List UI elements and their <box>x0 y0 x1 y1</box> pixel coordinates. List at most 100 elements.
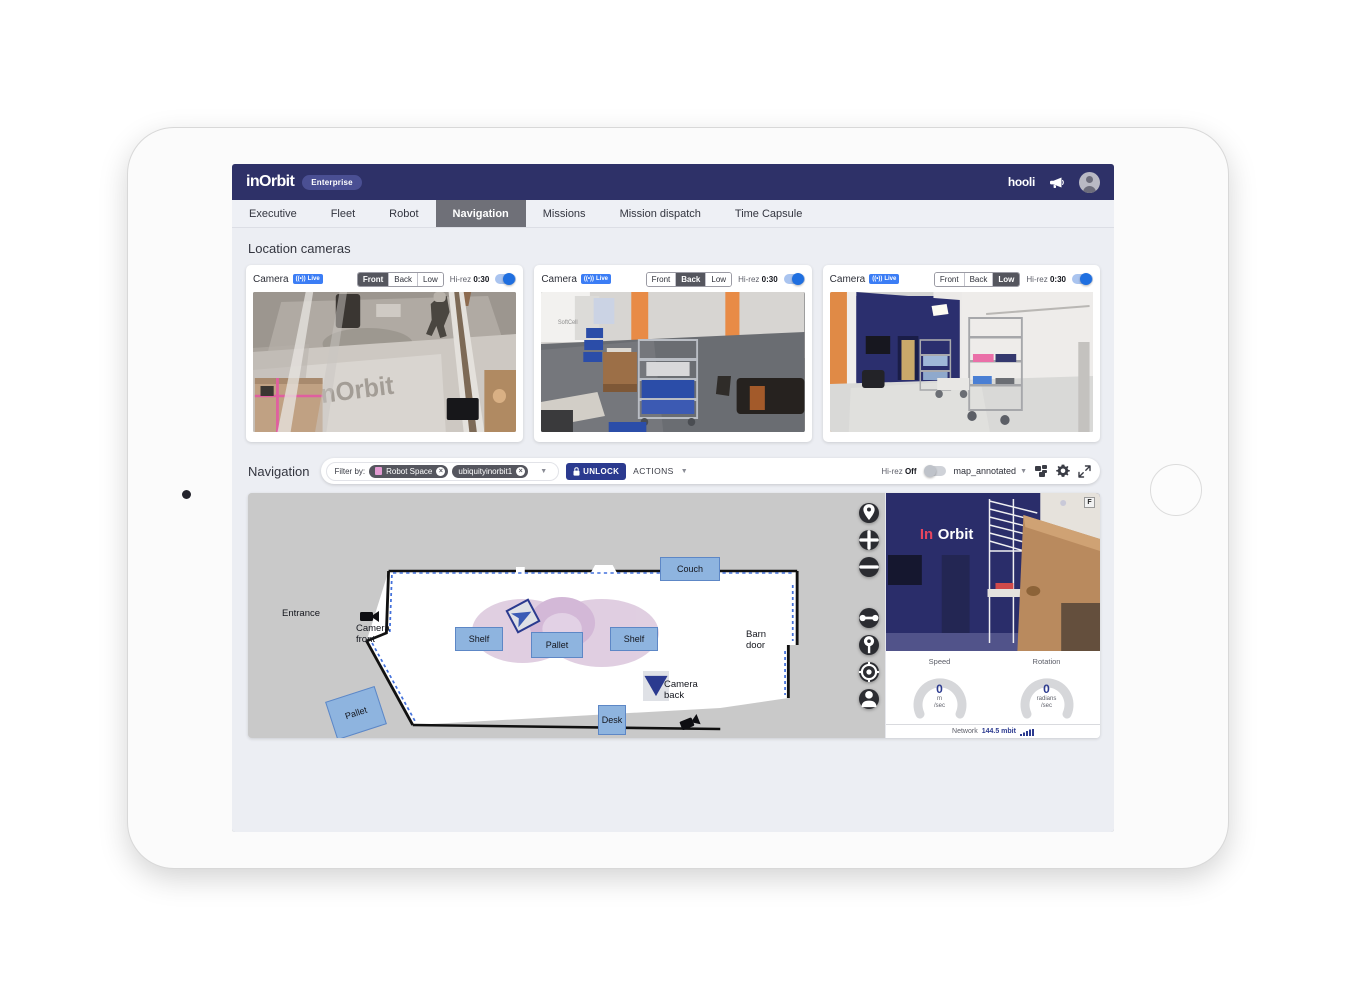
camera-hirez-toggle[interactable] <box>783 273 805 285</box>
location-cameras-title: Location cameras <box>248 241 351 256</box>
zone-pallet-center[interactable]: Pallet <box>531 632 583 658</box>
tab-time-capsule[interactable]: Time Capsule <box>718 200 819 227</box>
camera-view-front[interactable]: Front <box>934 272 965 286</box>
navigation-map-panel: Couch Shelf Pallet Shelf Pallet Desk Ent… <box>248 493 1100 738</box>
crosshair-icon[interactable] <box>859 662 879 682</box>
tab-missions[interactable]: Missions <box>526 200 603 227</box>
minus-icon[interactable] <box>859 557 879 577</box>
camera-controls: Front Back Low Hi-rez 0:30 <box>933 271 1093 287</box>
brand-logo[interactable]: inOrbit Enterprise <box>246 173 362 191</box>
hirez-label: Hi-rez <box>1026 274 1048 284</box>
camera-view-front[interactable]: Front <box>646 272 677 286</box>
camera-card[interactable]: Camera ((•)) Live Front Back Low Hi-rez … <box>246 265 524 442</box>
toggle-knob <box>791 273 804 285</box>
megaphone-icon[interactable] <box>1049 176 1065 189</box>
main-tab-bar: Executive Fleet Robot Navigation Mission… <box>232 200 1114 228</box>
brand-logo-text: inOrbit <box>246 173 295 190</box>
camera-view-low[interactable]: Low <box>993 272 1020 286</box>
toggle-knob <box>503 273 516 285</box>
tab-mission-dispatch[interactable]: Mission dispatch <box>603 200 718 227</box>
organization-name: hooli <box>1007 175 1035 189</box>
camera-hirez-toggle[interactable] <box>495 273 517 285</box>
toolbar-right-group: Hi-rez Off map_annotated ▼ <box>881 464 1091 478</box>
camera-card-header: Camera ((•)) Live Front Back Low Hi-rez … <box>253 271 517 287</box>
zone-couch[interactable]: Couch <box>660 557 720 581</box>
chevron-down-icon[interactable]: ▼ <box>532 468 555 475</box>
broadcast-icon: ((•)) <box>583 276 594 282</box>
speed-gauge-dial: 0 m /sec <box>911 668 969 720</box>
camera-title: Camera <box>829 273 866 285</box>
zone-label: Shelf <box>468 634 490 644</box>
rotation-unit-line1: radians <box>1036 696 1057 702</box>
map-select-dropdown[interactable]: map_annotated ▼ <box>954 466 1028 476</box>
camera-direction-badge: F <box>1084 497 1095 508</box>
camera-view-segmented[interactable]: Front Back Low <box>645 271 733 287</box>
hirez-time: 0:30 <box>761 274 778 284</box>
camera-view-back[interactable]: Back <box>389 272 419 286</box>
camera-card[interactable]: Camera ((•)) Live Front Back Low Hi-rez … <box>534 265 812 442</box>
speed-gauge: Speed 0 m /sec <box>900 657 980 720</box>
rotation-value: 0 <box>1043 682 1050 696</box>
camera-video-feed[interactable]: inOrbit <box>253 292 517 432</box>
live-badge: ((•)) Live <box>292 274 323 284</box>
camera-hirez-toggle[interactable] <box>1071 273 1093 285</box>
close-icon[interactable]: × <box>516 466 526 476</box>
tablet-home-button[interactable] <box>1150 464 1202 516</box>
filter-chip-robot-id[interactable]: ubiquityinorbit1 × <box>452 464 529 478</box>
svg-text:SoftCell: SoftCell <box>558 320 578 326</box>
map-label-barn-door: Barn door <box>746 629 767 651</box>
avatar[interactable] <box>1079 171 1100 193</box>
camera-view-back[interactable]: Back <box>964 272 994 286</box>
tab-robot[interactable]: Robot <box>372 200 435 227</box>
expand-arrows-icon[interactable] <box>1078 464 1091 478</box>
camera-view-back[interactable]: Back <box>676 272 707 286</box>
actions-dropdown[interactable]: ACTIONS ▼ <box>633 466 688 476</box>
zone-desk[interactable]: Desk <box>598 705 626 735</box>
waypoint-pin-icon[interactable] <box>859 635 879 655</box>
plan-badge: Enterprise <box>302 174 362 190</box>
camera-view-segmented[interactable]: Front Back Low <box>356 271 444 287</box>
tablet-screen-bezel: inOrbit Enterprise hooli Executive Fleet… <box>232 164 1114 832</box>
live-badge: ((•)) Live <box>580 274 612 284</box>
nav-hirez-toggle[interactable] <box>923 465 946 477</box>
unlock-button[interactable]: UNLOCK <box>566 462 627 480</box>
robot-control-panel: In Orbit F Speed 0 m /sec Rotation 0 rad… <box>885 493 1100 738</box>
robot-icon[interactable] <box>859 689 879 709</box>
map-select-value: map_annotated <box>953 466 1017 476</box>
nav-hirez-label: Hi-rez <box>881 466 903 476</box>
tab-fleet[interactable]: Fleet <box>314 200 372 227</box>
map-label-camera-back: Camera back <box>664 679 698 701</box>
zone-label: Pallet <box>545 640 569 650</box>
layers-icon[interactable] <box>1035 464 1048 478</box>
filter-chip-robot-space[interactable]: Robot Space × <box>369 464 449 478</box>
camera-view-segmented[interactable]: Front Back Low <box>933 271 1021 287</box>
filter-by-label: Filter by: <box>334 466 366 476</box>
camera-view-low[interactable]: Low <box>418 272 443 286</box>
lock-icon <box>573 466 580 476</box>
camera-view-low[interactable]: Low <box>706 272 732 286</box>
map-canvas[interactable]: Couch Shelf Pallet Shelf Pallet Desk Ent… <box>248 493 885 738</box>
camera-video-feed[interactable] <box>829 292 1093 432</box>
hirez-label: Hi-rez <box>738 274 760 284</box>
camera-card[interactable]: Camera ((•)) Live Front Back Low Hi-rez … <box>822 265 1100 442</box>
chevron-down-icon: ▼ <box>1020 467 1027 475</box>
tool-group-separator <box>859 584 879 601</box>
network-value: 144.5 mbit <box>981 728 1016 735</box>
tab-navigation[interactable]: Navigation <box>435 200 526 227</box>
camera-video-feed[interactable]: SoftCell <box>541 292 805 432</box>
locate-pin-icon[interactable] <box>859 503 879 523</box>
camera-front-marker-icon[interactable] <box>360 609 380 623</box>
robot-camera-feed[interactable]: In Orbit F <box>886 493 1100 651</box>
gear-icon[interactable] <box>1056 464 1070 478</box>
zone-shelf-right[interactable]: Shelf <box>610 627 658 651</box>
close-icon[interactable]: × <box>436 466 446 476</box>
plus-icon[interactable] <box>859 530 879 550</box>
measure-icon[interactable] <box>859 608 879 628</box>
broadcast-icon: ((•)) <box>295 276 306 282</box>
speed-unit-line1: m <box>937 696 942 702</box>
zone-shelf-left[interactable]: Shelf <box>455 627 503 651</box>
filter-group[interactable]: Filter by: Robot Space × ubiquityinorbit… <box>326 461 560 481</box>
hirez-label: Hi-rez <box>449 274 472 284</box>
camera-view-front[interactable]: Front <box>357 272 390 286</box>
tab-executive[interactable]: Executive <box>232 200 314 227</box>
